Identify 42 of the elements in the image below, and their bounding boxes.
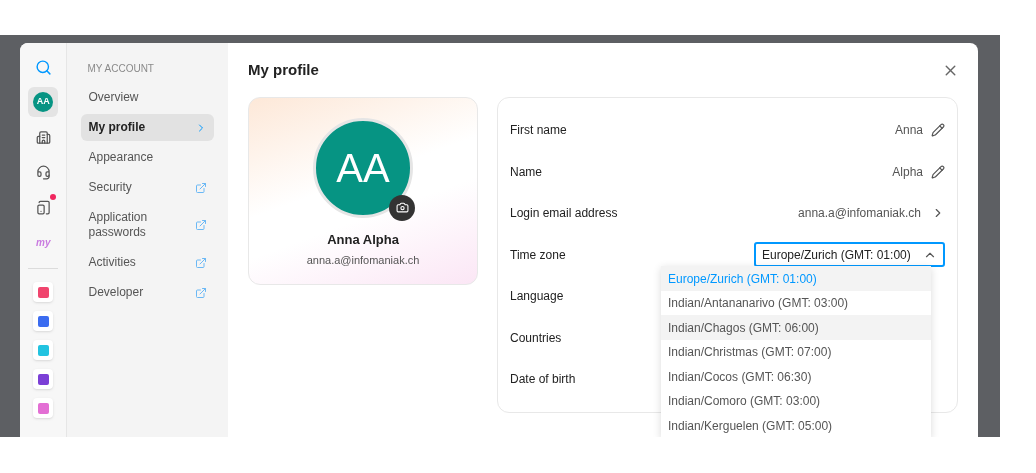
camera-icon bbox=[395, 201, 409, 214]
nav-item[interactable]: Activities bbox=[81, 249, 214, 276]
nav-item[interactable]: My profile bbox=[81, 114, 214, 141]
field-label: Countries bbox=[510, 329, 562, 347]
nav-item[interactable]: Appearance bbox=[81, 144, 214, 171]
profile-email: anna.a@infomaniak.ch bbox=[306, 253, 420, 268]
my-logo: my bbox=[36, 235, 51, 250]
dropdown-option[interactable]: Indian/Christmas (GMT: 07:00) bbox=[661, 339, 931, 365]
app-tile[interactable] bbox=[33, 282, 54, 302]
nav-item[interactable]: Overview bbox=[81, 84, 214, 111]
field-label: Time zone bbox=[510, 246, 566, 264]
building-icon bbox=[35, 129, 51, 145]
devices-icon bbox=[35, 199, 51, 215]
app-tile[interactable] bbox=[33, 369, 54, 389]
profile-avatar[interactable]: AA bbox=[313, 117, 413, 218]
camera-button[interactable] bbox=[389, 194, 415, 221]
app-tile[interactable] bbox=[33, 340, 54, 360]
dropdown-option[interactable]: Indian/Antananarivo (GMT: 03:00) bbox=[661, 290, 931, 316]
search-icon bbox=[34, 58, 52, 76]
field-label: Date of birth bbox=[510, 371, 576, 389]
field-value: anna.a@infomaniak.ch bbox=[798, 205, 921, 223]
edit-button[interactable] bbox=[931, 164, 945, 179]
dropdown-option[interactable]: Indian/Chagos (GMT: 06:00) bbox=[661, 315, 931, 340]
nav-item[interactable]: Application passwords bbox=[81, 204, 214, 246]
field-label: Name bbox=[510, 163, 542, 181]
nav-item[interactable]: Security bbox=[81, 174, 214, 201]
field-label: Login email address bbox=[510, 205, 618, 223]
app-tile[interactable] bbox=[33, 311, 54, 331]
page-title: My profile bbox=[248, 60, 319, 80]
field-label: Language bbox=[510, 288, 564, 306]
field-label: First name bbox=[510, 122, 567, 140]
nav-heading: MY ACCOUNT bbox=[86, 62, 155, 76]
dropdown-option[interactable]: Indian/Cocos (GMT: 06:30) bbox=[661, 364, 931, 389]
dropdown-option[interactable]: Indian/Kerguelen (GMT: 05:00) bbox=[661, 413, 931, 437]
edit-button[interactable] bbox=[931, 123, 945, 138]
field-value: Alpha bbox=[892, 163, 923, 181]
app-tile[interactable] bbox=[33, 398, 54, 418]
nav-item[interactable]: Developer bbox=[81, 279, 214, 306]
dropdown-option[interactable]: Indian/Comoro (GMT: 03:00) bbox=[661, 388, 931, 414]
headset-icon bbox=[35, 164, 51, 180]
field-value: Anna bbox=[894, 122, 923, 140]
profile-name: Anna Alpha bbox=[327, 230, 399, 249]
